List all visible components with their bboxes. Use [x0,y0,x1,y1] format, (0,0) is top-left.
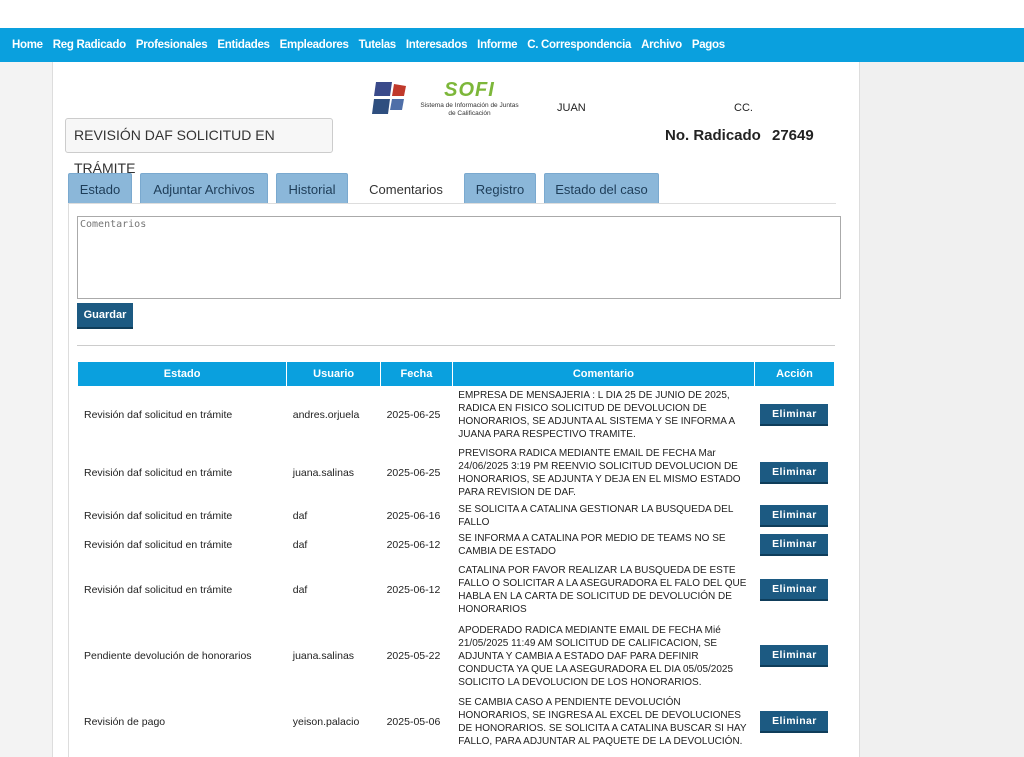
cell-usuario: daf [292,509,308,522]
cell-fecha: 2025-06-12 [386,538,441,551]
nav-interesados[interactable]: Interesados [406,39,468,51]
tab-estado-del-caso[interactable]: Estado del caso [544,173,659,204]
cell-usuario: juana.salinas [292,466,355,479]
cell-accion: Eliminar [754,620,834,692]
cell-comentario: SE SOLICITA A CATALINA GESTIONAR LA BUSQ… [458,504,734,528]
nav-reg-radicado[interactable]: Reg Radicado [53,39,126,51]
cell-usuario: yeison.palacio [292,715,360,728]
col-usuario: Usuario [286,362,382,386]
col-comentario: Comentario [452,362,755,386]
delete-button[interactable]: Eliminar [760,462,829,484]
comment-input[interactable] [77,216,841,299]
table-body: Revisión daf solicitud en trámite andres.… [78,386,835,752]
nav-pagos[interactable]: Pagos [692,39,725,51]
cell-estado: Pendiente devolución de honorarios [84,649,252,662]
cell-accion: Eliminar [754,502,834,530]
left-margin [0,62,52,757]
table-row: Revisión daf solicitud en trámite juana.s… [78,444,835,502]
cell-estado: Revisión daf solicitud en trámite [84,509,233,522]
separator [77,345,835,346]
tab-historial[interactable]: Historial [276,173,348,204]
logo-title: SOFI [444,79,495,101]
cell-estado: Revisión de pago [84,715,166,728]
cell-comentario: SE CAMBIA CASO A PENDIENTE DEVOLUCIÓN HO… [458,697,747,747]
top-nav-bar: Home Reg Radicado Profesionales Entidade… [0,28,1024,62]
col-estado: Estado [78,362,288,386]
table-row: Revisión daf solicitud en trámite andres.… [78,386,835,444]
cell-accion: Eliminar [754,386,834,444]
cell-usuario: andres.orjuela [292,408,360,421]
table-header-row: Estado Usuario Fecha Comentario Acción [78,362,836,386]
cell-fecha: 2025-05-22 [386,649,441,662]
comments-table: Estado Usuario Fecha Comentario Acción R… [78,362,836,752]
nav-archivo[interactable]: Archivo [641,39,682,51]
cell-fecha: 2025-06-25 [386,466,441,479]
col-accion: Acción [754,362,836,386]
table-row: Revisión daf solicitud en trámite daf 2025… [78,560,835,620]
cell-accion: Eliminar [754,530,834,560]
cell-fecha: 2025-06-16 [386,509,441,522]
cell-estado: Revisión daf solicitud en trámite [84,466,233,479]
cell-comentario: CATALINA POR FAVOR REALIZAR LA BUSQUEDA … [458,565,747,615]
cell-accion: Eliminar [754,444,834,502]
tab-estado[interactable]: Estado [68,173,132,204]
current-status-box: REVISIÓN DAF SOLICITUD EN TRÁMITE [65,118,333,176]
sofi-logo-icon [372,82,406,114]
logo-subtitle-2: de Calificación [448,110,491,117]
nav-profesionales[interactable]: Profesionales [136,39,208,51]
radicado-value: 27649 [772,127,814,144]
logo-text: SOFI Sistema de Información de Juntas de… [412,79,527,118]
tab-comentarios[interactable]: Comentarios [356,173,456,204]
doc-type: CC. [734,102,753,114]
table-row: Revisión de pago yeison.palacio 2025-05-06… [78,692,835,752]
right-margin [860,62,1024,757]
table-row: Revisión daf solicitud en trámite daf 2025… [78,530,835,560]
delete-button[interactable]: Eliminar [760,404,829,426]
tab-adjuntar-archivos[interactable]: Adjuntar Archivos [140,173,268,204]
cell-accion: Eliminar [754,560,834,620]
nav-tutelas[interactable]: Tutelas [359,39,397,51]
cell-comentario: APODERADO RADICA MEDIANTE EMAIL DE FECHA… [458,624,734,688]
nav-home[interactable]: Home [12,39,43,51]
cell-estado: Revisión daf solicitud en trámite [84,583,233,596]
save-button[interactable]: Guardar [77,303,133,329]
cell-accion: Eliminar [754,692,834,752]
cell-comentario: SE INFORMA A CATALINA POR MEDIO DE TEAMS… [458,533,726,557]
cell-usuario: daf [292,583,308,596]
delete-button[interactable]: Eliminar [760,579,829,601]
delete-button[interactable]: Eliminar [760,711,829,733]
tab-panel-border [68,203,69,757]
cell-fecha: 2025-05-06 [386,715,441,728]
cell-usuario: daf [292,538,308,551]
nav-menu: Home Reg Radicado Profesionales Entidade… [12,28,735,62]
delete-button[interactable]: Eliminar [760,505,829,527]
nav-correspondencia[interactable]: C. Correspondencia [527,39,631,51]
nav-entidades[interactable]: Entidades [217,39,270,51]
delete-button[interactable]: Eliminar [760,645,829,667]
nav-empleadores[interactable]: Empleadores [280,39,349,51]
table-row: Pendiente devolución de honorarios juana.… [78,620,835,692]
delete-button[interactable]: Eliminar [760,534,829,556]
cell-estado: Revisión daf solicitud en trámite [84,408,233,421]
patient-name: JUAN [557,102,586,114]
col-fecha: Fecha [380,362,453,386]
cell-fecha: 2025-06-12 [386,583,441,596]
tab-registro[interactable]: Registro [464,173,536,204]
table-row: Revisión daf solicitud en trámite daf 2025… [78,502,835,530]
logo-subtitle-1: Sistema de Información de Juntas [420,102,519,109]
cell-fecha: 2025-06-25 [386,408,441,421]
cell-comentario: PREVISORA RADICA MEDIANTE EMAIL DE FECHA… [458,448,741,498]
cell-estado: Revisión daf solicitud en trámite [84,538,233,551]
radicado-label: No. Radicado [665,127,761,144]
cell-comentario: EMPRESA DE MENSAJERIA : L DIA 25 DE JUNI… [458,390,735,440]
tab-divider [68,203,836,204]
nav-informe[interactable]: Informe [477,39,517,51]
cell-usuario: juana.salinas [292,649,355,662]
